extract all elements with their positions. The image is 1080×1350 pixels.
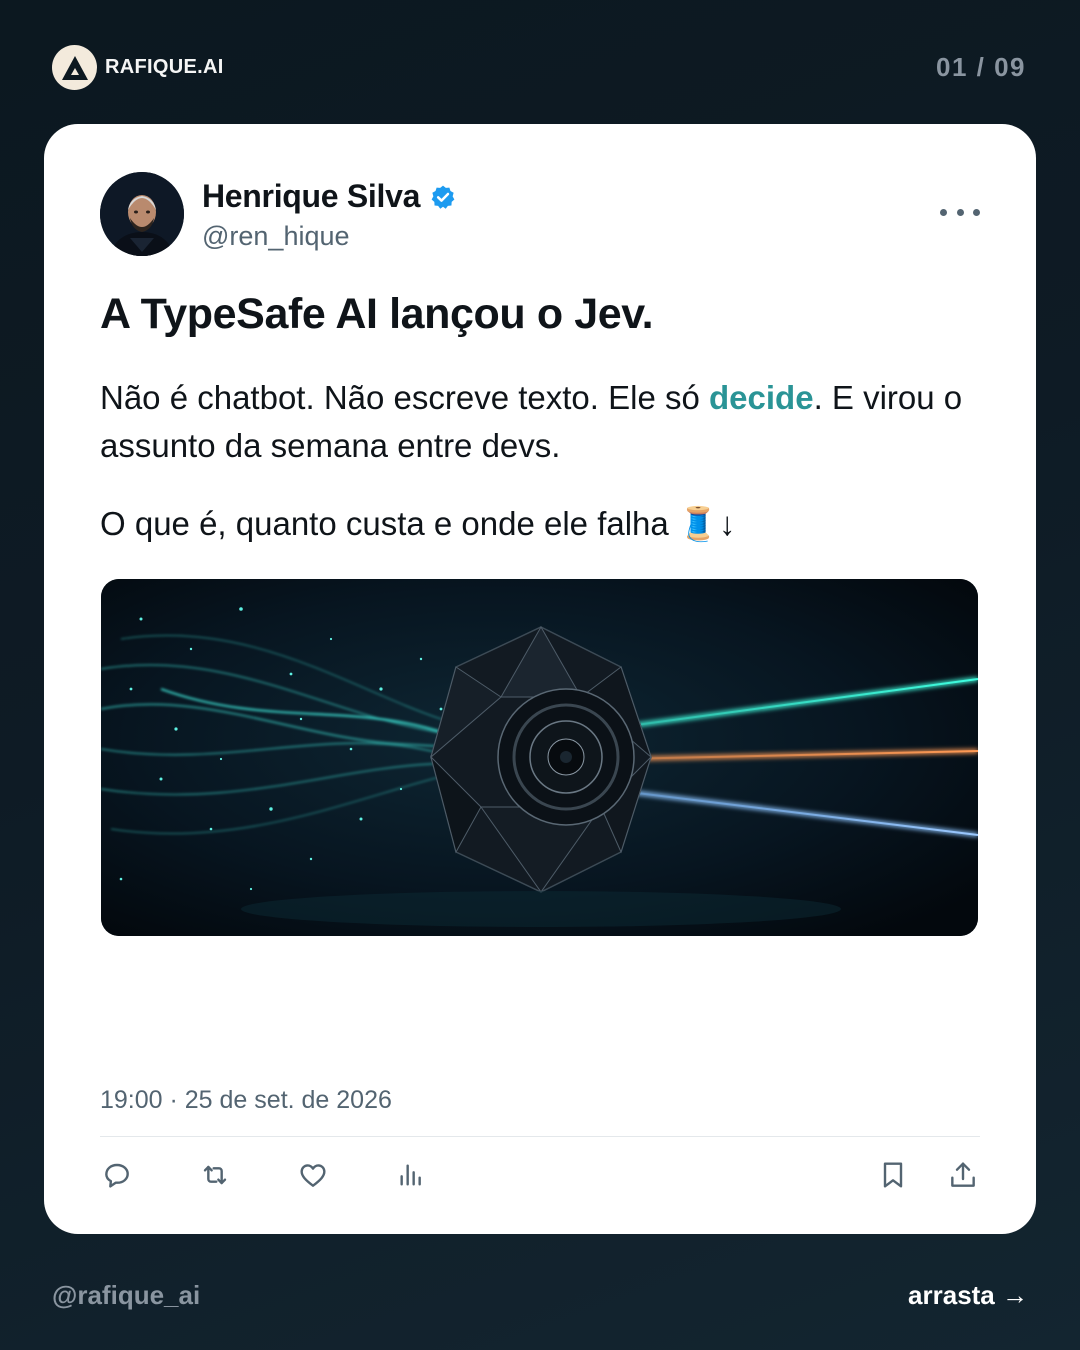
tweet-headline: A TypeSafe AI lançou o Jev. [100,290,654,338]
avatar[interactable] [100,172,184,256]
views-button[interactable] [394,1158,428,1192]
author-name[interactable]: Henrique Silva [202,178,420,215]
tweet-timestamp[interactable]: 19:00 · 25 de set. de 2026 [100,1086,392,1115]
verified-badge-icon [431,185,455,209]
brand-logo [52,45,97,90]
footer-handle[interactable]: @rafique_ai [52,1280,200,1311]
tweet-actions [100,1158,980,1198]
bookmark-button[interactable] [876,1158,910,1192]
tweet-media-image[interactable] [101,579,978,936]
like-icon [300,1164,326,1187]
tweet-body-text-1: Não é chatbot. Não escreve texto. Ele só [100,379,710,416]
swipe-next-label[interactable]: arrasta → [908,1280,1028,1311]
avatar-image [100,172,184,256]
reply-button[interactable] [100,1158,134,1192]
author-handle[interactable]: @ren_hique [202,221,456,252]
share-icon [951,1162,975,1187]
author-block: Henrique Silva @ren_hique [202,178,456,252]
bookmark-icon [883,1162,903,1188]
retweet-button[interactable] [198,1158,232,1192]
retweet-icon [203,1165,227,1185]
brand-name: RAFIQUE.AI [105,56,224,78]
tweet-card: Henrique Silva @ren_hique A TypeSafe AI … [44,124,1036,1234]
more-options-icon[interactable] [940,202,980,222]
polyhedron-light-beams-image [101,579,978,936]
reply-icon [105,1163,129,1188]
brand: RAFIQUE.AI [52,45,224,90]
tweet-body-line-2: O que é, quanto custa e onde ele falha 🧵… [100,505,736,542]
divider [100,1136,980,1137]
tweet-body-highlight: decide [709,379,814,416]
share-button[interactable] [946,1158,980,1192]
views-icon [400,1164,421,1186]
page-indicator: 01 / 09 [935,52,1026,82]
like-button[interactable] [296,1158,330,1192]
tweet-body: Não é chatbot. Não escreve texto. Ele só… [100,374,980,470]
triangle-logo-icon [61,55,88,80]
